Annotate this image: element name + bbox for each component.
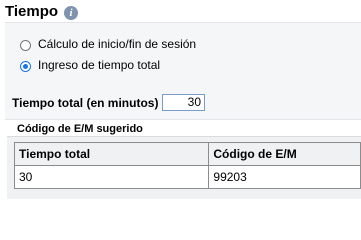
suggested-code-table: Tiempo total Código de E/M 30 99203 — [13, 142, 361, 189]
suggested-code-title: Código de E/M sugerido — [17, 123, 143, 135]
suggested-code-panel: Tiempo total Código de E/M 30 99203 — [7, 136, 361, 199]
cell-em-code: 99203 — [208, 165, 361, 189]
table-header-row: Tiempo total Código de E/M — [13, 142, 361, 166]
option-login-logout-label: Cálculo de inicio/fin de sesión — [38, 37, 197, 51]
section-title: Tiempo — [5, 3, 59, 20]
option-total-time-label: Ingreso de tiempo total — [38, 58, 161, 72]
total-time-row: Tiempo total (en minutos) 30 — [12, 94, 205, 111]
total-time-input[interactable]: 30 — [162, 94, 205, 111]
table-row: 30 99203 — [13, 165, 361, 189]
info-icon[interactable]: i — [64, 5, 79, 20]
time-section: Tiempo i Cálculo de inicio/fin de sesión… — [0, 0, 361, 208]
radio-login-logout[interactable] — [20, 40, 31, 51]
header-total-time: Tiempo total — [13, 142, 210, 166]
radio-total-time[interactable] — [20, 61, 31, 72]
cell-total-time: 30 — [13, 165, 210, 189]
section-header: Tiempo i — [5, 2, 79, 22]
option-total-time[interactable]: Ingreso de tiempo total — [20, 58, 160, 72]
header-em-code: Código de E/M — [208, 142, 361, 166]
time-options-panel: Cálculo de inicio/fin de sesión Ingreso … — [5, 22, 361, 120]
total-time-label: Tiempo total (en minutos) — [12, 95, 159, 110]
option-login-logout[interactable]: Cálculo de inicio/fin de sesión — [20, 37, 196, 51]
